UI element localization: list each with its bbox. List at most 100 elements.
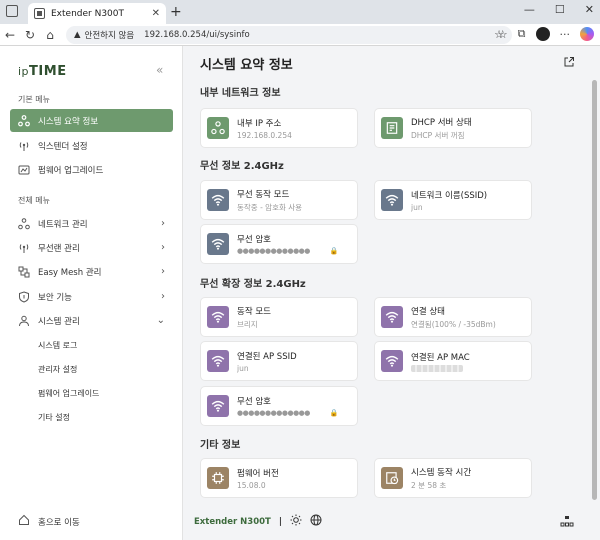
sidebar-item-easymesh[interactable]: Easy Mesh 관리 › xyxy=(10,260,173,283)
masked-mac-value xyxy=(411,364,463,372)
chevron-right-icon: › xyxy=(161,242,165,253)
scrollbar-thumb[interactable] xyxy=(592,80,597,500)
shield-icon xyxy=(18,290,30,303)
card-label: 무선 암호 xyxy=(237,397,271,407)
sidebar-item-label: 무선랜 관리 xyxy=(38,243,80,254)
card-connection-status: 연결 상태 연결됨(100% / -35dBm) xyxy=(375,298,531,336)
more-icon[interactable]: ··· xyxy=(560,28,571,41)
wifi-icon xyxy=(381,306,403,328)
card-value: jun xyxy=(411,202,423,212)
sidebar-item-sysinfo[interactable]: 시스템 요약 정보 xyxy=(10,109,173,132)
group-title-wireless: 무선 정보 2.4GHz xyxy=(200,161,284,172)
chip-icon xyxy=(207,467,229,489)
firmware-icon xyxy=(18,164,30,176)
wifi-icon xyxy=(207,306,229,328)
card-value: 동작중 - 암호화 사용 xyxy=(237,202,303,212)
card-extend-password: 무선 암호 ●●●●●●●●●●●●● 🔒 xyxy=(201,387,357,425)
url-text: 192.168.0.254/ui/sysinfo xyxy=(144,30,250,40)
language-globe-icon[interactable] xyxy=(310,514,322,529)
lock-icon[interactable]: 🔒 xyxy=(330,409,339,417)
tab-close-icon[interactable]: ✕ xyxy=(152,8,160,19)
card-internal-ip: 내부 IP 주소 192.168.0.254 xyxy=(201,109,357,147)
export-icon[interactable] xyxy=(563,56,575,71)
card-ssid: 네트워크 이름(SSID) jun xyxy=(375,181,531,219)
card-value: 15.08.0 xyxy=(237,480,266,490)
sitemap-icon[interactable] xyxy=(560,515,574,530)
wifi-icon xyxy=(207,233,229,255)
card-label: 무선 동작 모드 xyxy=(237,189,290,200)
card-label: 연결된 AP SSID xyxy=(237,351,297,362)
sidebar-subitem-syslog[interactable]: 시스템 로그 xyxy=(38,340,77,351)
network-icon xyxy=(207,117,229,139)
network-icon xyxy=(18,217,30,230)
basic-menu-label: 기본 메뉴 xyxy=(18,95,50,104)
card-ap-ssid: 연결된 AP SSID jun xyxy=(201,342,357,380)
card-label: 펌웨어 버전 xyxy=(237,468,279,479)
clock-icon xyxy=(381,467,403,489)
wifi-tower-icon xyxy=(18,140,30,152)
password-dots: ●●●●●●●●●●●●● xyxy=(237,409,310,417)
sidebar-subitem-admin[interactable]: 관리자 설정 xyxy=(38,364,77,375)
close-window-button[interactable]: ✕ xyxy=(585,3,594,16)
sidebar-subitem-firmware[interactable]: 펌웨어 업그레이드 xyxy=(38,388,99,399)
sidebar-item-label: 익스텐더 설정 xyxy=(38,141,88,152)
security-status: 안전하지 않음 xyxy=(84,31,135,41)
collapse-sidebar-icon[interactable]: « xyxy=(156,63,163,77)
tab-actions-icon[interactable] xyxy=(6,5,18,17)
sidebar: ipTIME « 기본 메뉴 시스템 요약 정보 익스텐더 설정 펌웨어 업그레… xyxy=(0,46,183,540)
browser-tab-bar: Extender N300T ✕ + — ☐ ✕ xyxy=(0,0,600,24)
sidebar-item-network[interactable]: 네트워크 관리 › xyxy=(10,212,173,235)
card-value: 브리지 xyxy=(237,319,258,329)
back-icon[interactable]: ← xyxy=(0,28,20,42)
card-label: 무선 암호 xyxy=(237,235,271,245)
sidebar-item-security[interactable]: 보안 기능 › xyxy=(10,285,173,308)
card-label: 내부 IP 주소 xyxy=(237,118,282,129)
maximize-button[interactable]: ☐ xyxy=(555,3,565,16)
mesh-icon xyxy=(18,266,30,278)
wifi-icon xyxy=(207,350,229,372)
home-icon xyxy=(18,514,30,529)
minimize-button[interactable]: — xyxy=(524,3,535,16)
footer-separator: | xyxy=(278,516,282,527)
sidebar-subitem-misc[interactable]: 기타 설정 xyxy=(38,412,70,423)
home-icon[interactable]: ⌂ xyxy=(40,28,60,42)
lock-icon[interactable]: 🔒 xyxy=(330,247,339,255)
sidebar-item-system[interactable]: 시스템 관리 ⌄ xyxy=(10,309,173,332)
group-title-extend: 무선 확장 정보 2.4GHz xyxy=(200,279,306,290)
card-value: jun xyxy=(237,363,249,373)
dhcp-icon xyxy=(381,117,403,139)
window-controls: — ☐ ✕ xyxy=(524,3,594,16)
brightness-icon[interactable] xyxy=(290,514,302,529)
reload-icon[interactable]: ↻ xyxy=(20,28,40,42)
all-menu-label: 전체 메뉴 xyxy=(18,196,50,205)
card-wireless-password: 무선 암호 ●●●●●●●●●●●●● 🔒 xyxy=(201,225,357,263)
browser-tab[interactable]: Extender N300T ✕ xyxy=(28,3,166,24)
card-label: 연결 상태 xyxy=(411,306,445,317)
warning-icon: ▲ xyxy=(74,30,81,40)
chevron-right-icon: › xyxy=(161,266,165,277)
profile-avatar[interactable] xyxy=(535,27,550,41)
new-tab-button[interactable]: + xyxy=(170,4,182,20)
sidebar-item-label: 펌웨어 업그레이드 xyxy=(38,165,104,176)
card-wireless-mode: 무선 동작 모드 동작중 - 암호화 사용 xyxy=(201,181,357,219)
collections-icon[interactable]: ⧉ xyxy=(518,27,526,41)
page-title: 시스템 요약 정보 xyxy=(200,58,293,73)
sidebar-item-firmware[interactable]: 펌웨어 업그레이드 xyxy=(10,158,173,181)
address-toolbar: ← ↻ ⌂ ▲ 안전하지 않음 192.168.0.254/ui/sysinfo… xyxy=(0,24,600,46)
chevron-down-icon: ⌄ xyxy=(156,315,165,326)
copilot-icon[interactable] xyxy=(580,27,594,41)
card-label: DHCP 서버 상태 xyxy=(411,117,472,128)
go-home-link[interactable]: 홈으로 이동 xyxy=(18,514,80,529)
sidebar-item-wireless[interactable]: 무선랜 관리 › xyxy=(10,236,173,259)
sidebar-item-extender[interactable]: 익스텐더 설정 xyxy=(10,134,173,157)
favorites-icon[interactable]: ☆ xyxy=(498,28,508,41)
wifi-icon xyxy=(207,189,229,211)
chevron-right-icon: › xyxy=(161,291,165,302)
sidebar-item-label: 네트워크 관리 xyxy=(38,219,88,230)
card-uptime: 시스템 동작 시간 2 분 58 초 xyxy=(375,459,531,497)
card-firmware-version: 펌웨어 버전 15.08.0 xyxy=(201,459,357,497)
address-bar[interactable]: ▲ 안전하지 않음 192.168.0.254/ui/sysinfo ☆ xyxy=(66,26,512,44)
iptime-logo[interactable]: ipTIME xyxy=(18,64,67,79)
card-label: 시스템 동작 시간 xyxy=(411,467,472,478)
password-dots: ●●●●●●●●●●●●● xyxy=(237,247,310,255)
